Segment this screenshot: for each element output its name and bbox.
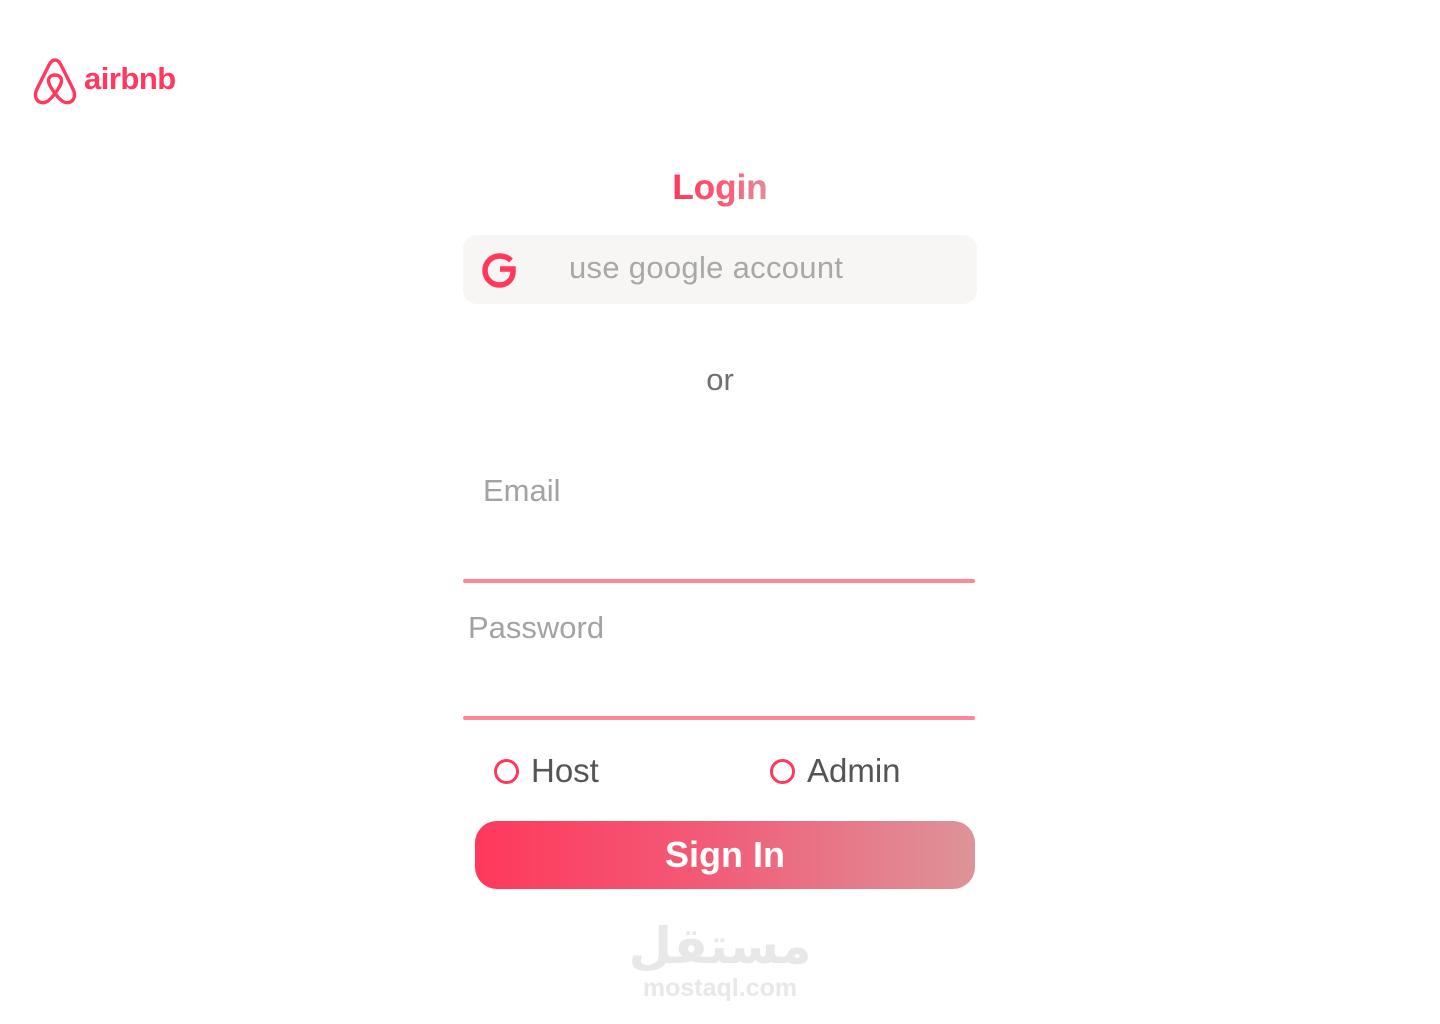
or-divider: or [706, 362, 734, 397]
google-button-label: use google account [569, 250, 844, 285]
email-underline [463, 579, 975, 583]
radio-circle-icon[interactable] [494, 758, 519, 784]
google-icon [482, 253, 516, 288]
login-page: airbnb Login use google account or Host … [0, 0, 1440, 1024]
password-field[interactable] [463, 607, 975, 697]
password-field-wrapper [463, 607, 975, 697]
watermark-arabic: مستقل [628, 917, 812, 975]
watermark-latin: mostaql.com [642, 974, 798, 1002]
email-field-wrapper [463, 470, 975, 560]
mostaql-watermark: مستقل mostaql.com [620, 918, 820, 1002]
role-label-admin: Admin [807, 752, 901, 789]
role-label-host: Host [531, 752, 599, 789]
logo-wordmark: airbnb [84, 61, 176, 96]
google-signin-button[interactable]: use google account [463, 235, 977, 304]
role-radio-admin[interactable]: Admin [770, 752, 901, 790]
radio-circle-icon[interactable] [770, 758, 795, 784]
airbnb-logo[interactable]: airbnb [32, 56, 176, 106]
airbnb-belo-icon [33, 58, 77, 105]
role-radio-host[interactable]: Host [494, 752, 599, 790]
sign-in-button[interactable]: Sign In [475, 821, 975, 889]
page-title: Login [0, 168, 1440, 208]
email-field[interactable] [463, 470, 975, 560]
password-underline [463, 716, 975, 720]
